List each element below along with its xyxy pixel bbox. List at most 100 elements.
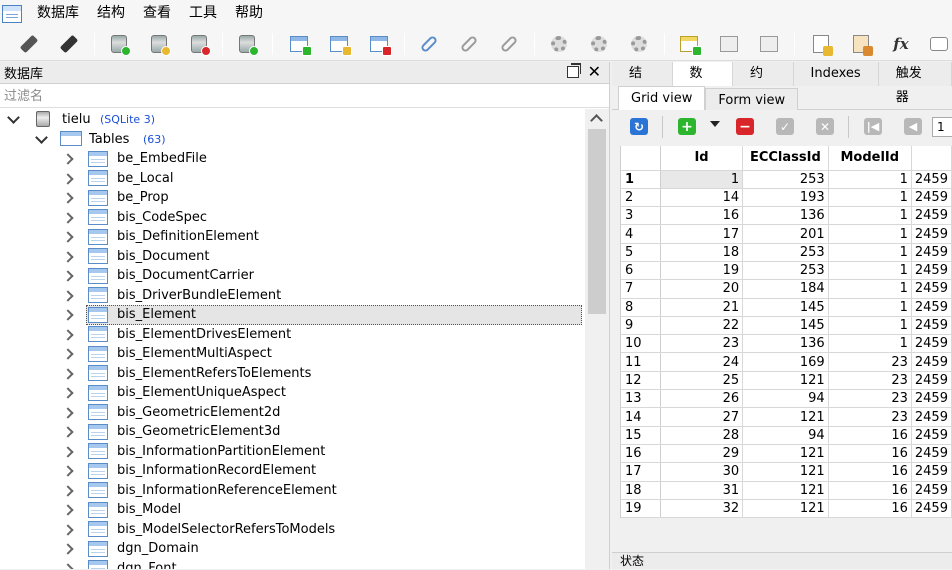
cell-next[interactable]: 2459: [911, 426, 952, 445]
menu-view[interactable]: 查看: [134, 0, 180, 27]
tree-node-table[interactable]: bis_InformationPartitionElement: [0, 442, 585, 462]
table-row[interactable]: 19 32 121 16 2459: [621, 499, 952, 518]
chevron-right-icon[interactable]: [64, 486, 74, 496]
cell-next[interactable]: 2459: [911, 334, 952, 354]
collations-icon[interactable]: [926, 32, 952, 56]
table-row[interactable]: 13 26 94 23 2459: [621, 389, 952, 409]
tree-node-table[interactable]: bis_DriverBundleElement: [0, 286, 585, 306]
chevron-right-icon[interactable]: [64, 544, 74, 554]
cell-id[interactable]: 28: [660, 426, 744, 445]
cell-ecclassid[interactable]: 136: [742, 334, 829, 354]
cell-next[interactable]: 2459: [911, 371, 952, 391]
data-grid[interactable]: Id ECClassId ModelId 1 1 253 1 2459 2 14 193 1 24…: [620, 146, 952, 518]
edit-link-icon[interactable]: [456, 32, 482, 56]
table-row[interactable]: 11 24 169 23 2459: [621, 352, 952, 372]
tree-node-table[interactable]: be_Prop: [0, 188, 585, 208]
cell-modelid[interactable]: 1: [828, 188, 912, 208]
remove-trigger-icon[interactable]: [626, 32, 652, 56]
cell-next[interactable]: 2459: [911, 243, 952, 262]
cell-modelid[interactable]: 1: [828, 261, 912, 281]
table-row[interactable]: 9 22 145 1 2459: [621, 316, 952, 336]
cell-id[interactable]: 32: [660, 499, 744, 518]
table-row[interactable]: 2 14 193 1 2459: [621, 188, 952, 208]
table-row[interactable]: 3 16 136 1 2459: [621, 206, 952, 226]
cell-modelid[interactable]: 1: [828, 279, 912, 299]
cell-id[interactable]: 25: [660, 371, 744, 391]
tree-node-table[interactable]: bis_ElementUniqueAspect: [0, 383, 585, 403]
chevron-right-icon[interactable]: [64, 369, 74, 379]
chevron-right-icon[interactable]: [64, 447, 74, 457]
cell-ecclassid[interactable]: 121: [742, 407, 829, 427]
grid-horizontal-scrollbar[interactable]: [620, 518, 952, 536]
table-row[interactable]: 16 29 121 16 2459: [621, 444, 952, 464]
prev-page-icon[interactable]: ◀: [904, 118, 922, 135]
chevron-right-icon[interactable]: [64, 388, 74, 398]
table-row[interactable]: 7 20 184 1 2459: [621, 279, 952, 299]
column-header-next[interactable]: [911, 146, 952, 171]
menu-structure[interactable]: 结构: [88, 0, 134, 27]
cell-modelid[interactable]: 16: [828, 462, 912, 482]
chevron-down-icon[interactable]: [8, 113, 18, 123]
cell-modelid[interactable]: 23: [828, 389, 912, 409]
cell-id[interactable]: 18: [660, 243, 744, 262]
first-page-icon[interactable]: |◀: [864, 118, 882, 135]
delete-row-icon[interactable]: −: [736, 118, 754, 135]
cell-ecclassid[interactable]: 184: [742, 279, 829, 299]
chevron-right-icon[interactable]: [64, 213, 74, 223]
tab-grid-view[interactable]: Grid view: [618, 86, 706, 110]
tab-form-view[interactable]: Form view: [705, 88, 799, 112]
tree-node-table[interactable]: dgn_Domain: [0, 539, 585, 559]
cell-next[interactable]: 2459: [911, 224, 952, 244]
cell-id[interactable]: 24: [660, 352, 744, 372]
tree-node-table[interactable]: bis_ElementRefersToElements: [0, 364, 585, 384]
sql-editor-icon[interactable]: [808, 32, 834, 56]
cell-id[interactable]: 17: [660, 224, 744, 244]
edit-database-icon[interactable]: [146, 32, 172, 56]
tab-indexes[interactable]: Indexes: [793, 62, 879, 86]
table-row[interactable]: 18 31 121 16 2459: [621, 481, 952, 500]
column-header-ecclassid[interactable]: ECClassId: [742, 146, 829, 171]
tree-node-table[interactable]: bis_ElementMultiAspect: [0, 344, 585, 364]
add-trigger-icon[interactable]: [546, 32, 572, 56]
chevron-down-icon[interactable]: [36, 133, 46, 143]
chevron-right-icon[interactable]: [64, 349, 74, 359]
disconnect-icon[interactable]: [56, 32, 82, 56]
cell-ecclassid[interactable]: 94: [742, 389, 829, 409]
chevron-right-icon[interactable]: [64, 154, 74, 164]
chevron-right-icon[interactable]: [64, 330, 74, 340]
chevron-right-icon[interactable]: [64, 193, 74, 203]
cell-modelid[interactable]: 1: [828, 298, 912, 317]
tree-node-table[interactable]: bis_ModelSelectorRefersToModels: [0, 520, 585, 540]
edit-view-icon[interactable]: [716, 32, 742, 56]
menu-database[interactable]: 数据库: [28, 0, 88, 27]
refresh-database-icon[interactable]: [234, 32, 260, 56]
chevron-right-icon[interactable]: [64, 564, 74, 570]
table-row[interactable]: 8 21 145 1 2459: [621, 298, 952, 317]
cell-next[interactable]: 2459: [911, 499, 952, 518]
cell-modelid[interactable]: 23: [828, 371, 912, 391]
add-row-icon[interactable]: +: [678, 118, 696, 135]
cell-next[interactable]: 2459: [911, 462, 952, 482]
column-header-id[interactable]: Id: [660, 146, 744, 171]
cell-next[interactable]: 2459: [911, 279, 952, 299]
tree-node-table[interactable]: bis_InformationRecordElement: [0, 461, 585, 481]
tree-node-table[interactable]: bis_ElementDrivesElement: [0, 325, 585, 345]
scroll-thumb[interactable]: [588, 129, 606, 314]
cell-ecclassid[interactable]: 253: [742, 170, 829, 189]
tab-data[interactable]: 数据: [672, 62, 734, 105]
cell-id[interactable]: 23: [660, 334, 744, 354]
cell-ecclassid[interactable]: 145: [742, 298, 829, 317]
tab-constraints[interactable]: 约束: [733, 62, 794, 105]
tree-node-tables[interactable]: Tables (63): [0, 129, 585, 149]
tree-node-table[interactable]: bis_DocumentCarrier: [0, 266, 585, 286]
remove-view-icon[interactable]: [756, 32, 782, 56]
add-view-icon[interactable]: [676, 32, 702, 56]
cell-modelid[interactable]: 1: [828, 206, 912, 226]
refresh-icon[interactable]: ↻: [630, 118, 648, 135]
dropdown-arrow-icon[interactable]: [710, 121, 720, 127]
tab-structure[interactable]: 结构: [612, 62, 673, 105]
cell-ecclassid[interactable]: 94: [742, 426, 829, 445]
cell-id[interactable]: 27: [660, 407, 744, 427]
tree-node-table[interactable]: be_Local: [0, 169, 585, 189]
cell-id[interactable]: 14: [660, 188, 744, 208]
